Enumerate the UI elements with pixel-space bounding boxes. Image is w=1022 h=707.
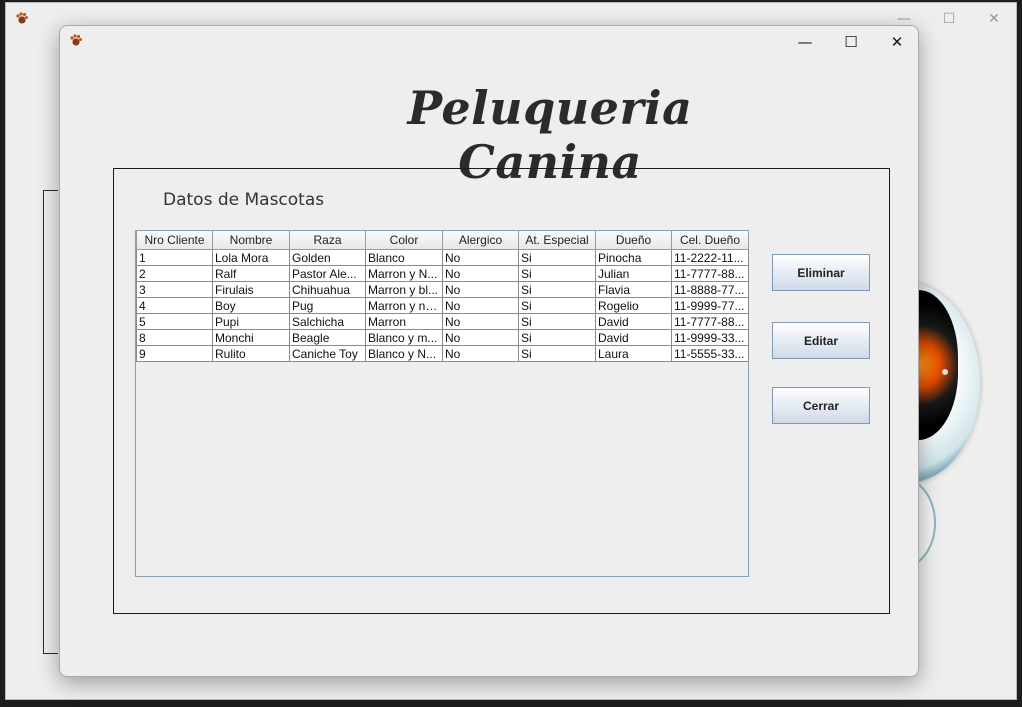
cell-dueno[interactable]: David: [595, 313, 672, 330]
column-header-at-especial[interactable]: At. Especial: [518, 231, 596, 250]
column-header-cel-dueno[interactable]: Cel. Dueño: [671, 231, 749, 250]
cell-nombre[interactable]: Rulito: [212, 345, 290, 362]
cell-nro-cliente[interactable]: 3: [136, 281, 213, 298]
column-header-nro-cliente[interactable]: Nro Cliente: [136, 231, 213, 250]
cell-at-especial[interactable]: Si: [518, 329, 596, 346]
table-row[interactable]: 4 Boy Pug Marron y ne... No Si Rogelio 1…: [136, 297, 749, 314]
cell-nombre[interactable]: Monchi: [212, 329, 290, 346]
cell-color[interactable]: Marron y N...: [365, 265, 443, 282]
column-header-color[interactable]: Color: [365, 231, 443, 250]
cell-nro-cliente[interactable]: 9: [136, 345, 213, 362]
cell-raza[interactable]: Caniche Toy: [289, 345, 366, 362]
cell-cel-dueno[interactable]: 11-7777-88...: [671, 313, 749, 330]
cell-raza[interactable]: Salchicha: [289, 313, 366, 330]
cell-dueno[interactable]: Pinocha: [595, 249, 672, 266]
cell-dueno[interactable]: Laura: [595, 345, 672, 362]
table-row[interactable]: 2 Ralf Pastor Ale... Marron y N... No Si…: [136, 265, 749, 282]
cell-raza[interactable]: Pug: [289, 297, 366, 314]
cell-cel-dueno[interactable]: 11-8888-77...: [671, 281, 749, 298]
cell-nro-cliente[interactable]: 8: [136, 329, 213, 346]
pets-panel: Datos de Mascotas Nro Cliente Nombre Raz…: [113, 168, 890, 614]
cell-at-especial[interactable]: Si: [518, 249, 596, 266]
cell-cel-dueno[interactable]: 11-9999-77...: [671, 297, 749, 314]
cell-raza[interactable]: Beagle: [289, 329, 366, 346]
cell-alergico[interactable]: No: [442, 249, 519, 266]
close-dialog-button[interactable]: Cerrar: [772, 387, 870, 424]
cell-at-especial[interactable]: Si: [518, 265, 596, 282]
cell-raza[interactable]: Pastor Ale...: [289, 265, 366, 282]
cell-nombre[interactable]: Boy: [212, 297, 290, 314]
cell-color[interactable]: Marron y bl...: [365, 281, 443, 298]
maximize-button[interactable]: ☐: [828, 29, 874, 55]
cell-raza[interactable]: Chihuahua: [289, 281, 366, 298]
cell-color[interactable]: Marron y ne...: [365, 297, 443, 314]
cell-at-especial[interactable]: Si: [518, 313, 596, 330]
cell-dueno[interactable]: Julian: [595, 265, 672, 282]
column-header-nombre[interactable]: Nombre: [212, 231, 290, 250]
cell-cel-dueno[interactable]: 11-7777-88...: [671, 265, 749, 282]
paw-icon[interactable]: [15, 11, 29, 25]
cell-at-especial[interactable]: Si: [518, 345, 596, 362]
cell-nombre[interactable]: Lola Mora: [212, 249, 290, 266]
minimize-button[interactable]: —: [782, 29, 828, 55]
cell-nombre[interactable]: Firulais: [212, 281, 290, 298]
cell-nro-cliente[interactable]: 2: [136, 265, 213, 282]
cell-raza[interactable]: Golden: [289, 249, 366, 266]
cell-dueno[interactable]: Rogelio: [595, 297, 672, 314]
column-header-alergico[interactable]: Alergico: [442, 231, 519, 250]
cell-alergico[interactable]: No: [442, 265, 519, 282]
cell-alergico[interactable]: No: [442, 313, 519, 330]
cell-alergico[interactable]: No: [442, 297, 519, 314]
cell-cel-dueno[interactable]: 11-2222-11...: [671, 249, 749, 266]
decorative-dot: [942, 369, 948, 375]
background-panel: [43, 190, 58, 654]
table-row[interactable]: 9 Rulito Caniche Toy Blanco y N... No Si…: [136, 345, 749, 362]
table-row[interactable]: 1 Lola Mora Golden Blanco No Si Pinocha …: [136, 249, 749, 266]
cell-alergico[interactable]: No: [442, 281, 519, 298]
table-header-row: Nro Cliente Nombre Raza Color Alergico A…: [136, 231, 749, 250]
cell-at-especial[interactable]: Si: [518, 281, 596, 298]
pets-table-container[interactable]: Nro Cliente Nombre Raza Color Alergico A…: [135, 230, 749, 577]
cell-color[interactable]: Blanco: [365, 249, 443, 266]
column-header-raza[interactable]: Raza: [289, 231, 366, 250]
cell-nro-cliente[interactable]: 5: [136, 313, 213, 330]
panel-label: Datos de Mascotas: [163, 190, 325, 210]
dialog-titlebar[interactable]: — ☐ ✕: [60, 26, 918, 56]
cell-at-especial[interactable]: Si: [518, 297, 596, 314]
pets-table[interactable]: Nro Cliente Nombre Raza Color Alergico A…: [136, 231, 749, 362]
bg-close-button[interactable]: ✕: [982, 9, 1006, 29]
close-button[interactable]: ✕: [874, 29, 920, 55]
cell-alergico[interactable]: No: [442, 329, 519, 346]
edit-button[interactable]: Editar: [772, 322, 870, 359]
bg-maximize-button[interactable]: ☐: [937, 9, 961, 29]
cell-dueno[interactable]: David: [595, 329, 672, 346]
table-row[interactable]: 5 Pupi Salchicha Marron No Si David 11-7…: [136, 313, 749, 330]
cell-nombre[interactable]: Ralf: [212, 265, 290, 282]
table-row[interactable]: 3 Firulais Chihuahua Marron y bl... No S…: [136, 281, 749, 298]
cell-alergico[interactable]: No: [442, 345, 519, 362]
cell-color[interactable]: Blanco y m...: [365, 329, 443, 346]
cell-cel-dueno[interactable]: 11-9999-33...: [671, 329, 749, 346]
cell-color[interactable]: Marron: [365, 313, 443, 330]
cell-nro-cliente[interactable]: 1: [136, 249, 213, 266]
cell-nro-cliente[interactable]: 4: [136, 297, 213, 314]
cell-color[interactable]: Blanco y N...: [365, 345, 443, 362]
cell-nombre[interactable]: Pupi: [212, 313, 290, 330]
column-header-dueno[interactable]: Dueño: [595, 231, 672, 250]
pets-dialog: — ☐ ✕ Peluqueria Canina Datos de Mascota…: [59, 25, 919, 677]
cell-cel-dueno[interactable]: 11-5555-33...: [671, 345, 749, 362]
delete-button[interactable]: Eliminar: [772, 254, 870, 291]
cell-dueno[interactable]: Flavia: [595, 281, 672, 298]
paw-icon[interactable]: [69, 33, 83, 47]
table-row[interactable]: 8 Monchi Beagle Blanco y m... No Si Davi…: [136, 329, 749, 346]
